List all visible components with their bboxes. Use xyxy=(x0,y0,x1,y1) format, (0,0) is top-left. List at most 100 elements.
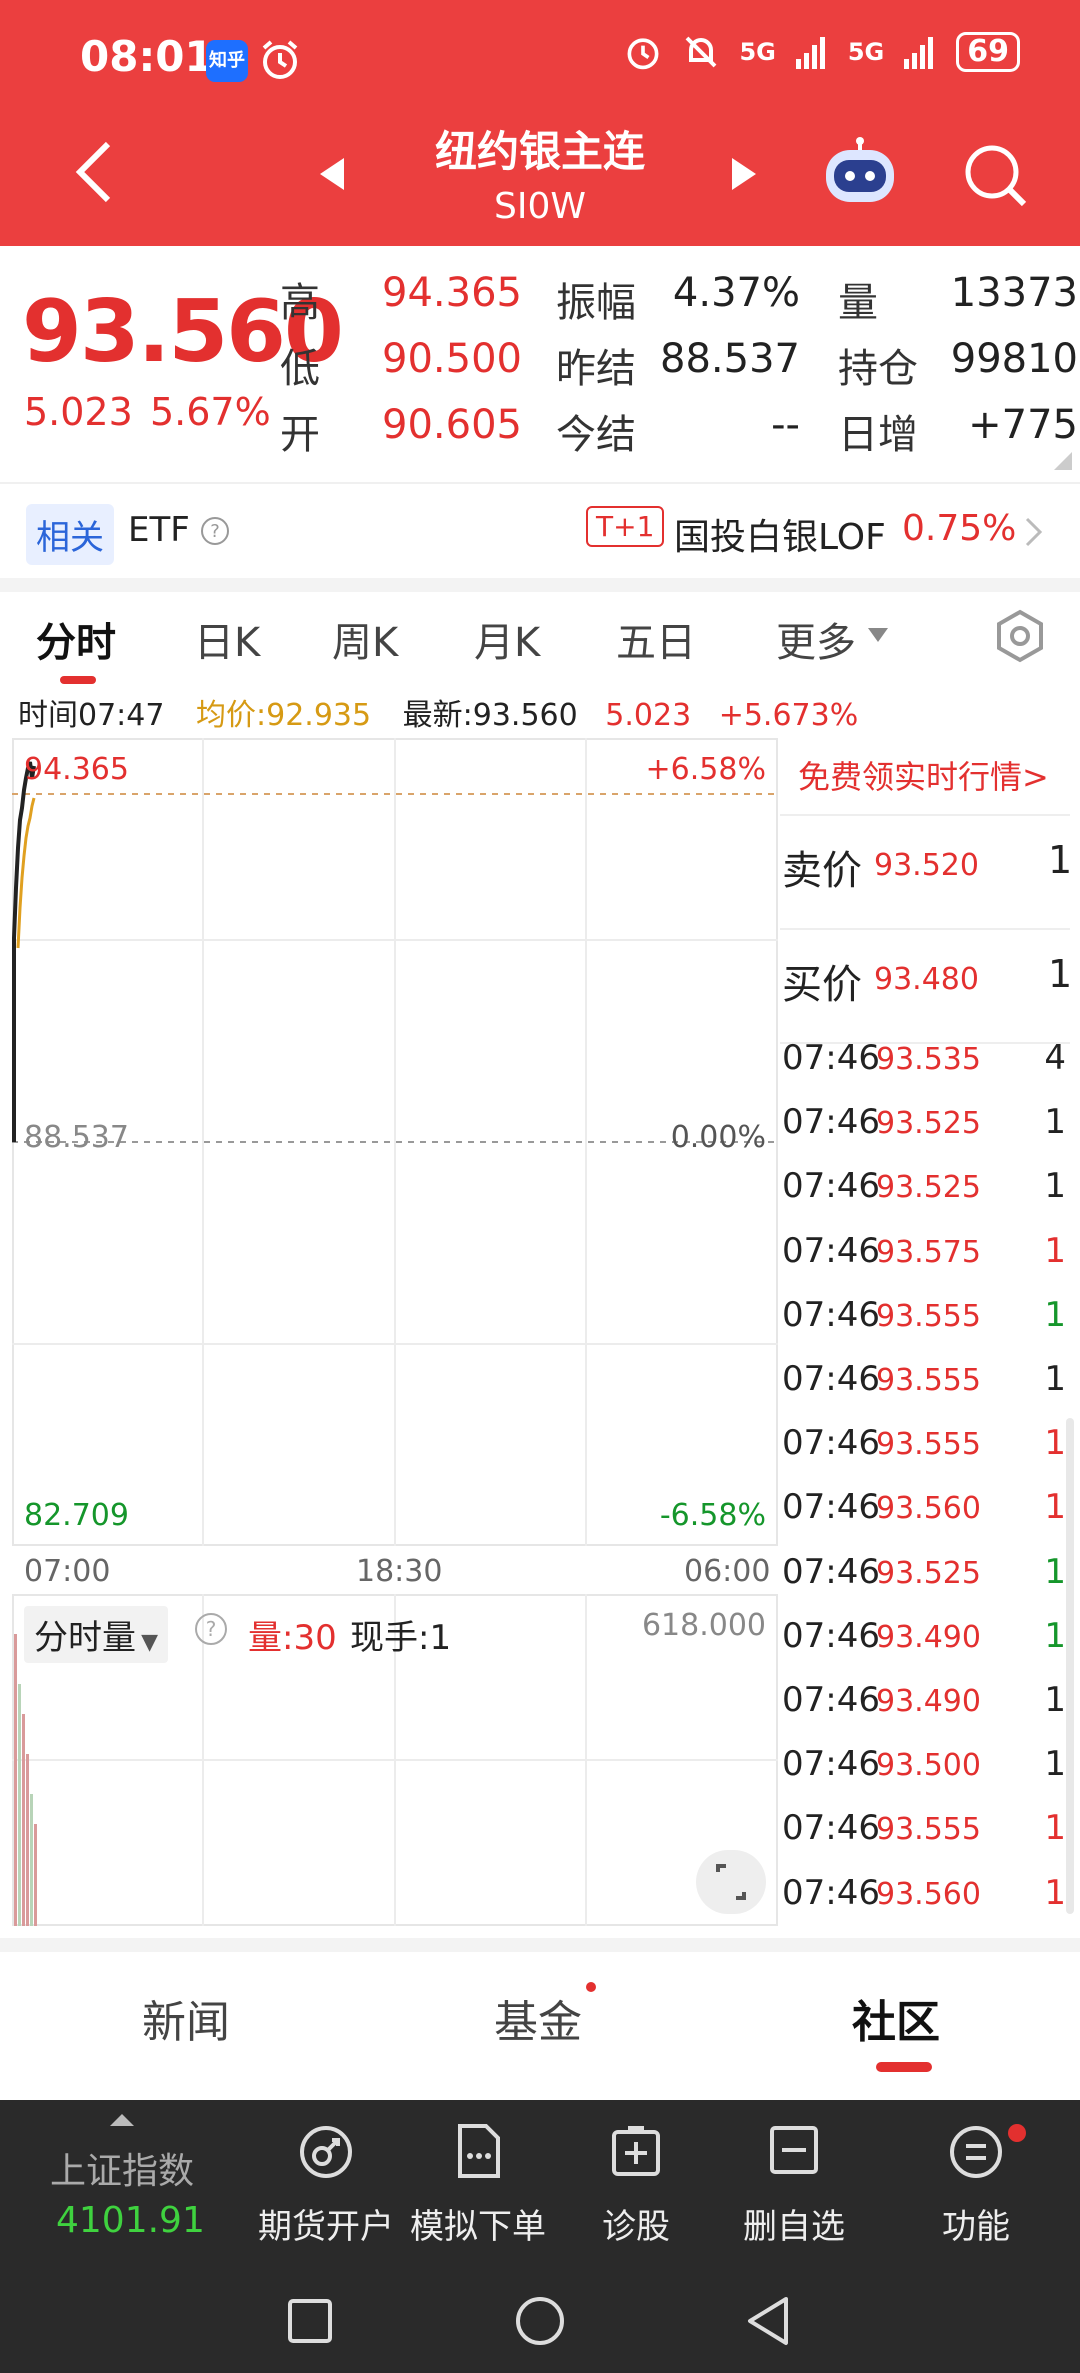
tick-volume: 1 xyxy=(1044,1551,1066,1592)
buy-price: 93.480 xyxy=(874,962,979,997)
alarm-icon xyxy=(627,38,659,70)
tab-weekly-k[interactable]: 周K xyxy=(332,610,398,668)
futures-account-button[interactable]: 期货开户 xyxy=(252,2120,400,2248)
tab-intraday[interactable]: 分时 xyxy=(36,610,116,668)
tick-volume: 4 xyxy=(1044,1038,1066,1078)
sell-label: 卖价 xyxy=(782,848,862,894)
volume-pane[interactable]: 分时量 ▼ ? 量:30 现手:1 618.000 xyxy=(12,1594,778,1926)
today-settle-value: -- xyxy=(771,402,800,448)
tick-price: 93.490 xyxy=(876,1684,981,1719)
tick-time: 07:46 xyxy=(782,1359,880,1399)
quote-summary: 93.560 5.023 5.67% 高 94.365 低 90.500 开 9… xyxy=(0,246,1080,482)
tick-time: 07:46 xyxy=(782,1230,880,1271)
fullscreen-button[interactable] xyxy=(696,1850,766,1914)
stock-diagnosis-label: 诊股 xyxy=(602,2207,670,2247)
tick-price: 93.525 xyxy=(876,1170,981,1206)
tick-volume: 1 xyxy=(1044,1294,1066,1335)
volume-label: 量 xyxy=(838,280,878,326)
tick-price: 93.525 xyxy=(876,1106,981,1142)
top-header: 08:01 知乎 5G 5G 69 纽约银主连 SI0W xyxy=(0,0,1080,246)
tab-more[interactable]: 更多 xyxy=(776,610,856,668)
tick-row: 07:46 93.555 1 xyxy=(780,1413,1080,1477)
intraday-chart[interactable]: 94.365 +6.58% 88.537 0.00% 82.709 -6.58% xyxy=(12,738,778,1546)
svg-text:?: ? xyxy=(206,1617,217,1641)
sell-qty: 1 xyxy=(1048,838,1073,882)
notification-dot xyxy=(586,1982,596,1992)
tick-row: 07:46 93.500 1 xyxy=(780,1734,1080,1798)
chart-period-tabs: 分时 日K 周K 月K 五日 更多 xyxy=(0,592,1080,688)
simulated-order-label: 模拟下单 xyxy=(410,2207,546,2247)
tick-time: 07:46 xyxy=(782,1615,880,1656)
tab-monthly-k[interactable]: 月K xyxy=(474,610,540,668)
divider xyxy=(780,928,1070,930)
stock-diagnosis-button[interactable]: 诊股 xyxy=(580,2120,692,2248)
axis-low-price: 82.709 xyxy=(24,1498,129,1533)
back-triangle-icon[interactable] xyxy=(744,2295,792,2347)
home-icon[interactable] xyxy=(514,2295,566,2347)
tick-volume: 1 xyxy=(1044,1102,1066,1143)
tick-price: 93.560 xyxy=(876,1876,981,1912)
tick-time: 07:46 xyxy=(782,1038,880,1078)
expand-corner-icon[interactable] xyxy=(1054,452,1072,470)
prev-settle-value: 88.537 xyxy=(660,336,800,382)
robot-assistant-icon[interactable] xyxy=(820,136,900,210)
simulated-order-button[interactable]: 模拟下单 xyxy=(404,2120,552,2248)
recent-apps-icon[interactable] xyxy=(286,2297,334,2345)
tick-row: 07:46 93.560 1 xyxy=(780,1863,1080,1926)
remove-watchlist-button[interactable]: 删自选 xyxy=(724,2120,864,2248)
tick-time: 07:46 xyxy=(782,1423,880,1464)
help-icon[interactable]: ? xyxy=(200,516,230,546)
futures-icon xyxy=(300,2126,352,2178)
tab-five-day[interactable]: 五日 xyxy=(616,610,696,668)
help-icon[interactable]: ? xyxy=(194,1612,228,1646)
open-interest-label: 持仓 xyxy=(838,346,918,392)
alarm-icon xyxy=(262,40,298,79)
document-icon xyxy=(458,2124,500,2178)
index-name[interactable]: 上证指数 xyxy=(50,2142,194,2194)
amplitude-value: 4.37% xyxy=(672,270,800,316)
axis-zero-pct: 0.00% xyxy=(670,1120,766,1155)
amplitude-label: 振幅 xyxy=(556,280,636,326)
next-contract-icon[interactable] xyxy=(730,156,758,192)
low-value: 90.500 xyxy=(382,336,522,382)
volume-type-select[interactable]: 分时量 ▼ xyxy=(24,1606,169,1663)
tick-price: 93.535 xyxy=(876,1042,981,1077)
tick-time: 07:46 xyxy=(782,1551,880,1592)
tick-scrollbar[interactable] xyxy=(1066,1418,1074,1914)
info-latest: 最新:93.560 xyxy=(402,698,578,733)
tick-price: 93.555 xyxy=(876,1363,981,1398)
tick-list[interactable]: 07:46 93.535 4 07:46 93.525 1 07:46 93.525 1 07:4… xyxy=(780,1028,1080,1926)
current-volume: 量:30 xyxy=(248,1618,337,1658)
battery-level: 69 xyxy=(956,32,1020,72)
free-realtime-promo[interactable]: 免费领实时行情> xyxy=(798,752,1049,798)
tick-price: 93.525 xyxy=(876,1555,981,1591)
tick-row: 07:46 93.555 1 xyxy=(780,1349,1080,1413)
tab-news[interactable]: 新闻 xyxy=(142,1986,230,2050)
tick-volume: 1 xyxy=(1044,1744,1066,1785)
axis-high-price: 94.365 xyxy=(24,752,129,787)
news-tabs: 新闻 基金 社区 xyxy=(0,1952,1080,2072)
mute-bell-icon xyxy=(686,36,717,68)
bottom-toolbar: 上证指数 4101.91 期货开户 模拟下单 诊股 删自选 功能 xyxy=(0,2100,1080,2275)
time-axis-start: 07:00 xyxy=(24,1554,111,1589)
t1-badge: T+1 xyxy=(586,506,665,547)
etf-label: ETF xyxy=(128,510,190,550)
info-avg: 均价:92.935 xyxy=(196,698,372,733)
tab-community[interactable]: 社区 xyxy=(852,1986,940,2050)
caret-up-icon xyxy=(110,2114,134,2126)
related-etf-bar[interactable]: 相关 ETF ? T+1 国投白银LOF 0.75% xyxy=(0,482,1080,578)
dropdown-caret-icon[interactable] xyxy=(866,626,890,644)
section-divider xyxy=(0,1938,1080,1952)
tick-price: 93.560 xyxy=(876,1491,981,1527)
signal-5g-label: 5G xyxy=(739,38,776,66)
tick-row: 07:46 93.535 4 xyxy=(780,1028,1080,1092)
tab-fund[interactable]: 基金 xyxy=(494,1986,582,2050)
tick-row: 07:46 93.560 1 xyxy=(780,1477,1080,1541)
remove-square-icon xyxy=(770,2126,818,2174)
tab-daily-k[interactable]: 日K xyxy=(194,610,260,668)
settings-hexagon-icon[interactable] xyxy=(992,608,1048,664)
tick-row: 07:46 93.575 1 xyxy=(780,1221,1080,1285)
tick-row: 07:46 93.490 1 xyxy=(780,1670,1080,1734)
search-icon[interactable] xyxy=(962,142,1028,208)
status-time: 08:01 xyxy=(80,32,214,81)
